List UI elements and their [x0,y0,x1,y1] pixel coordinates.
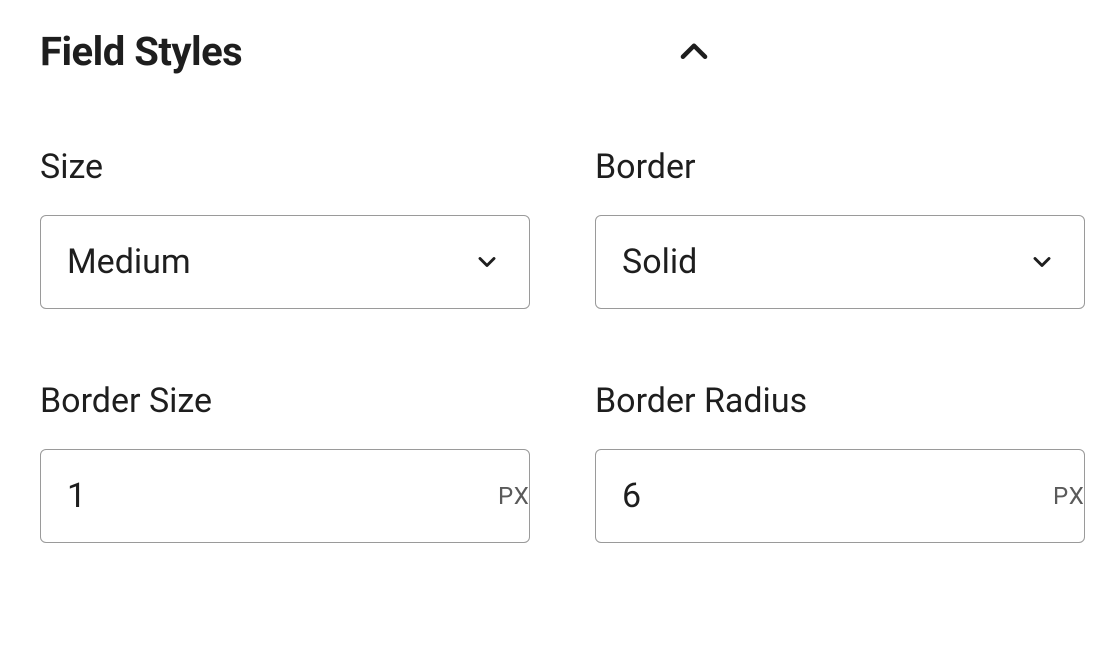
border-radius-input-wrapper: PX [595,449,1085,543]
border-radius-field-group: Border Radius PX [595,381,1085,543]
fields-grid: Size Medium Border Solid Border Size PX [40,147,1076,543]
border-field-group: Border Solid [595,147,1085,309]
size-select[interactable]: Medium [40,215,530,309]
border-size-label: Border Size [40,381,530,421]
border-size-input-wrapper: PX [40,449,530,543]
border-select[interactable]: Solid [595,215,1085,309]
chevron-down-icon [1026,246,1058,278]
border-radius-label: Border Radius [595,381,1085,421]
border-select-value: Solid [622,242,1026,282]
border-radius-input[interactable] [622,476,1053,516]
border-size-field-group: Border Size PX [40,381,530,543]
chevron-up-icon[interactable] [672,30,716,74]
size-field-group: Size Medium [40,147,530,309]
panel-title: Field Styles [40,28,242,75]
border-size-unit: PX [498,482,530,510]
chevron-down-icon [471,246,503,278]
size-label: Size [40,147,530,187]
border-radius-unit: PX [1053,482,1085,510]
size-select-value: Medium [67,242,471,282]
panel-header[interactable]: Field Styles [40,28,1076,75]
border-size-input[interactable] [67,476,498,516]
border-label: Border [595,147,1085,187]
